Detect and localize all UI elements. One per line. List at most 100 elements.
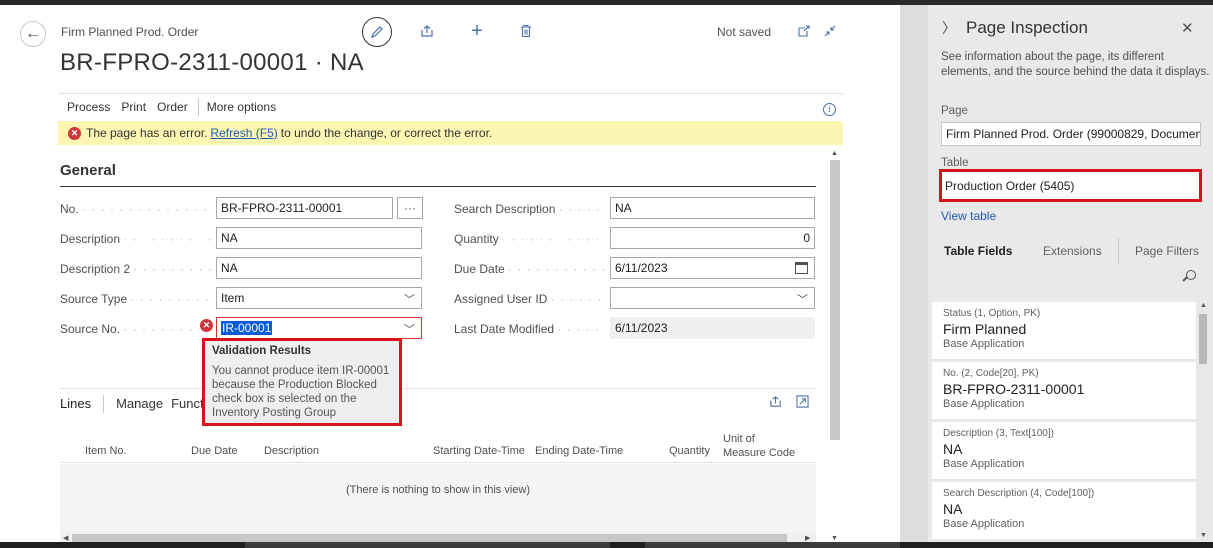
lines-functions-button[interactable]: Funct <box>171 396 204 411</box>
open-new-window-icon <box>798 25 810 37</box>
add-button[interactable]: + <box>468 19 486 42</box>
scroll-thumb[interactable] <box>72 534 787 542</box>
column-description[interactable]: Description <box>264 445 319 457</box>
refresh-link[interactable]: Refresh (F5) <box>210 126 277 140</box>
field-card[interactable]: Description (3, Text[100]) NA Base Appli… <box>932 422 1196 479</box>
panel-gap <box>900 5 928 542</box>
page-label: Page <box>941 105 968 117</box>
page-value: Firm Planned Prod. Order (99000829, Docu… <box>941 122 1201 146</box>
lines-separator <box>103 394 105 413</box>
collapse-icon <box>824 25 836 37</box>
add-icon: + <box>471 19 483 42</box>
close-icon[interactable]: ✕ <box>1181 19 1194 37</box>
chevron-down-icon: ﹀ <box>797 294 808 306</box>
field-card[interactable]: No. (2, Code[20], PK) BR-FPRO-2311-00001… <box>932 362 1196 419</box>
open-new-window-button[interactable] <box>795 22 813 40</box>
lines-manage-button[interactable]: Manage <box>116 396 163 411</box>
panel-header: 〉 Page Inspection <box>942 18 1088 38</box>
due-date-field[interactable]: 6/11/2023 <box>610 257 815 279</box>
error-text: The page has an error. <box>86 126 208 140</box>
lines-share-button[interactable] <box>769 395 782 411</box>
field-label-assigned-user: Assigned User ID · · · · · · · · <box>454 292 604 306</box>
lines-expand-button[interactable] <box>796 395 809 411</box>
panel-scrollbar[interactable]: ▲ ▼ <box>1197 302 1209 542</box>
error-text-after: to undo the change, or correct the error… <box>280 126 493 140</box>
description-2-field[interactable]: NA <box>216 257 422 279</box>
field-label-description: Description · · · · · · · · · · · · · · <box>60 232 212 246</box>
field-card[interactable]: Status (1, Option, PK) Firm Planned Base… <box>932 302 1196 359</box>
field-label-search-description: Search Description · · · · · · · <box>454 202 604 216</box>
error-icon: ✕ <box>200 319 213 332</box>
action-print[interactable]: Print <box>121 100 146 114</box>
scroll-thumb[interactable] <box>1199 314 1207 364</box>
edit-button[interactable] <box>362 17 392 47</box>
scroll-thumb[interactable] <box>830 160 840 440</box>
panel-description: See information about the page, its diff… <box>941 51 1210 78</box>
back-button[interactable]: ← <box>20 21 46 47</box>
search-description-field[interactable]: NA <box>610 197 815 219</box>
column-item-no[interactable]: Item No. <box>85 445 127 457</box>
column-ending-date-time[interactable]: Ending Date-Time <box>535 445 623 457</box>
calendar-icon[interactable] <box>795 262 808 274</box>
no-field[interactable]: BR-FPRO-2311-00001 <box>216 197 393 219</box>
taskbar <box>0 542 1213 548</box>
lines-title[interactable]: Lines <box>60 396 91 411</box>
column-quantity[interactable]: Quantity <box>669 445 710 457</box>
delete-button[interactable] <box>517 22 535 40</box>
search-icon[interactable] <box>1182 270 1197 284</box>
field-label-source-type: Source Type · · · · · · · · · · · · <box>60 292 212 306</box>
more-options-button[interactable]: More options <box>207 100 276 114</box>
action-order[interactable]: Order <box>157 100 188 114</box>
field-label-source-no: Source No. · · · · · · · · · · · · <box>60 322 200 336</box>
general-section-title[interactable]: General <box>60 162 116 179</box>
action-bar: Process Print Order More options <box>58 93 843 120</box>
table-label: Table <box>941 157 969 169</box>
tab-page-filters[interactable]: Page Filters <box>1135 244 1199 258</box>
field-label-due-date: Due Date · · · · · · · · · · · · · · <box>454 262 604 276</box>
error-icon: ✕ <box>68 126 81 140</box>
column-unit-of[interactable]: Unit of <box>723 433 755 445</box>
column-measure-code[interactable]: Measure Code <box>723 447 795 459</box>
delete-icon <box>521 24 531 38</box>
back-arrow-icon: ← <box>25 25 41 42</box>
share-icon <box>421 25 433 37</box>
vertical-scrollbar[interactable]: ▲ ▼ <box>829 150 841 545</box>
info-icon[interactable]: i <box>823 103 836 116</box>
tab-extensions[interactable]: Extensions <box>1043 244 1102 258</box>
tab-table-fields[interactable]: Table Fields <box>944 244 1012 258</box>
field-list: Status (1, Option, PK) Firm Planned Base… <box>932 302 1196 542</box>
chevron-down-icon: ﹀ <box>404 294 415 306</box>
page-caption: Firm Planned Prod. Order <box>61 25 199 39</box>
field-card[interactable]: Search Description (4, Code[100]) NA Bas… <box>932 482 1196 539</box>
lines-grid-header: Item No. Due Date Description Starting D… <box>60 419 816 463</box>
column-due-date[interactable]: Due Date <box>191 445 237 457</box>
table-value: Production Order (5405) <box>939 169 1202 202</box>
validation-message: You cannot produce item IR-00001 because… <box>212 365 390 419</box>
field-label-quantity: Quantity · · · · · · · · · · · · · · <box>454 232 604 246</box>
field-label-description-2: Description 2 · · · · · · · · · · · · <box>60 262 212 276</box>
field-label-no: No. · · · · · · · · · · · · · · · · · · … <box>60 202 212 216</box>
assist-edit-button[interactable]: ··· <box>397 197 423 219</box>
save-status: Not saved <box>717 25 772 39</box>
chevron-right-icon[interactable]: 〉 <box>942 20 956 36</box>
validation-tooltip: Validation Results You cannot produce it… <box>202 338 402 426</box>
share-button[interactable] <box>418 22 436 40</box>
source-type-select[interactable]: Item ﹀ <box>216 287 422 309</box>
collapse-button[interactable] <box>821 22 839 40</box>
field-label-last-modified: Last Date Modified · · · · · · · <box>454 322 604 336</box>
column-starting-date-time[interactable]: Starting Date-Time <box>433 445 525 457</box>
panel-tabs: Table Fields Extensions Page Filters <box>928 238 1213 268</box>
expand-icon <box>796 395 809 408</box>
lines-empty-message: (There is nothing to show in this view) <box>60 464 816 532</box>
assigned-user-select[interactable]: ﹀ <box>610 287 815 309</box>
description-field[interactable]: NA <box>216 227 422 249</box>
action-separator <box>197 98 199 116</box>
source-no-field[interactable]: IR-00001 ﹀ <box>216 317 422 339</box>
chevron-down-icon: ﹀ <box>404 324 415 336</box>
validation-title: Validation Results <box>212 345 312 357</box>
quantity-field[interactable]: 0 <box>610 227 815 249</box>
view-table-link[interactable]: View table <box>941 209 996 223</box>
page-inspection-panel: 〉 Page Inspection ✕ See information about… <box>928 5 1213 542</box>
action-process[interactable]: Process <box>67 100 110 114</box>
page-title: BR-FPRO-2311-00001 · NA <box>60 49 364 76</box>
